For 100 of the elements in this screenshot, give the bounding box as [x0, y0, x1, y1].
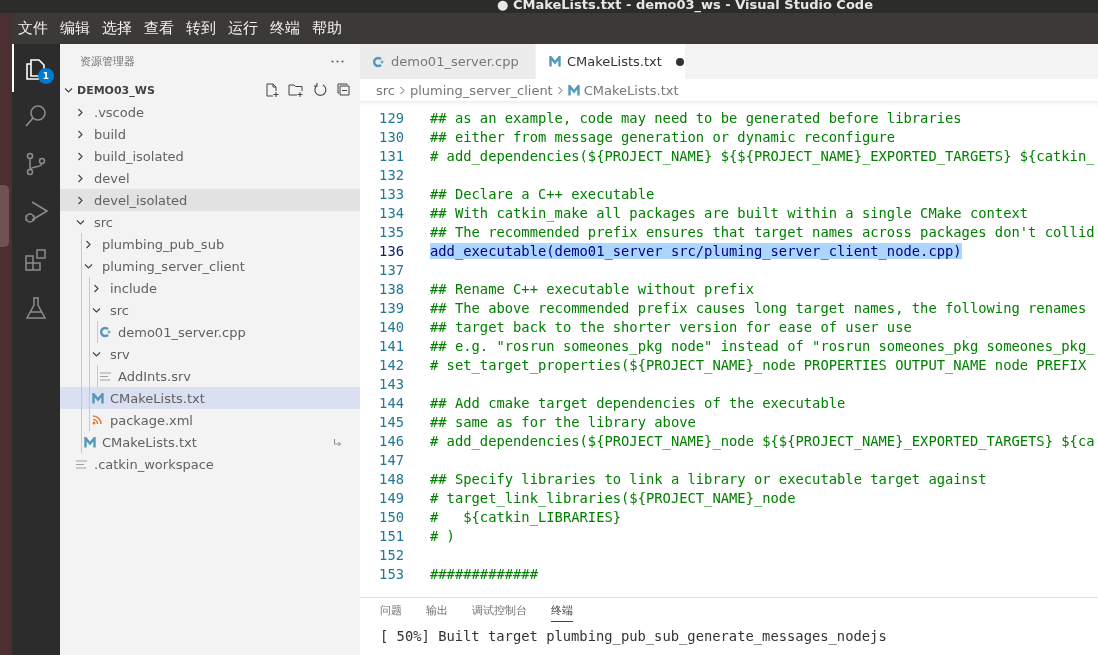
code-line: # add_dependencies(${PROJECT_NAME}_node ${${PROJECT_NAME}_EXPORTED_TARGETS} ${ca — [430, 432, 1095, 449]
menu-item[interactable]: 选择 — [96, 19, 138, 38]
line-number: 132 — [378, 166, 404, 183]
code-line: ## as an example, code may need to be generated before libraries — [430, 109, 962, 126]
folder-item[interactable]: devel — [60, 167, 360, 189]
folder-item[interactable]: plumbing_pub_sub — [60, 233, 360, 255]
code-line: ## With catkin_make all packages are built within a single CMake context — [430, 204, 1029, 221]
chevron-right-icon — [76, 107, 85, 117]
line-number: 141 — [378, 337, 404, 354]
line-number: 134 — [378, 204, 404, 221]
line-number: 129 — [378, 109, 404, 126]
menu-item[interactable]: 转到 — [180, 19, 222, 38]
m-icon — [567, 84, 580, 96]
lines-icon — [100, 371, 111, 381]
chevron-down-icon — [76, 217, 85, 227]
code-line: ## Declare a C++ executable — [430, 185, 655, 202]
file-item[interactable]: demo01_server.cpp — [60, 321, 360, 343]
folder-item[interactable]: build_isolated — [60, 145, 360, 167]
line-number: 146 — [378, 432, 404, 449]
line-number: 150 — [378, 508, 404, 525]
editor-tab[interactable]: CMakeLists.txt — [536, 44, 686, 79]
chevron-right-icon — [76, 195, 85, 205]
flask-icon — [23, 295, 49, 321]
chevron-right-icon — [92, 283, 101, 293]
code-line: # target_link_libraries(${PROJECT_NAME}_node — [430, 489, 796, 506]
new-folder-icon[interactable] — [288, 82, 304, 98]
panel-tab[interactable]: 输出 — [426, 600, 448, 621]
chevron-down-icon — [92, 349, 101, 359]
chevron-down-icon — [64, 85, 73, 95]
line-number: 149 — [378, 489, 404, 506]
breadcrumb[interactable]: CMakeLists.txt — [583, 82, 679, 98]
more-icon[interactable] — [331, 59, 344, 63]
code-line: ## Add cmake target dependencies of the executable — [430, 394, 846, 411]
folder-item[interactable]: .vscode — [60, 101, 360, 123]
line-number: 153 — [378, 565, 404, 582]
folder-item[interactable]: devel_isolated — [60, 189, 360, 211]
line-number: 144 — [378, 394, 404, 411]
folder-item[interactable]: pluming_server_client — [60, 255, 360, 277]
panel-tab[interactable]: 问题 — [380, 600, 402, 621]
menu-item[interactable]: 运行 — [222, 19, 264, 38]
activity-button[interactable]: 1 — [12, 44, 58, 92]
code-line: ## The recommended prefix ensures that target names across packages don't collid — [430, 223, 1095, 240]
panel-tab[interactable]: 调试控制台 — [472, 600, 527, 621]
line-number: 148 — [378, 470, 404, 487]
folder-item[interactable]: build — [60, 123, 360, 145]
folder-item[interactable]: srv — [60, 343, 360, 365]
breadcrumb[interactable]: pluming_server_client — [410, 82, 553, 98]
file-item[interactable]: .catkin_workspace — [60, 453, 360, 475]
folder-item[interactable]: src — [60, 299, 360, 321]
file-item[interactable]: AddInts.srv — [60, 365, 360, 387]
file-item[interactable]: CMakeLists.txt — [60, 431, 360, 453]
menu-item[interactable]: 文件 — [12, 19, 54, 38]
code-line: ## e.g. "rosrun someones_pkg node" instead of "rosrun someones_pkg someones_pkg_ — [430, 337, 1095, 354]
workspace-header[interactable]: DEMO03_WS — [60, 79, 360, 101]
folder-item[interactable]: src — [60, 211, 360, 233]
line-number: 131 — [378, 147, 404, 164]
m-icon — [549, 56, 561, 67]
line-number: 139 — [378, 299, 404, 316]
menu-item[interactable]: 帮助 — [306, 19, 348, 38]
search-icon — [23, 103, 49, 129]
c-plus-icon — [373, 55, 385, 68]
editor-tab[interactable]: demo01_server.cpp — [360, 44, 536, 79]
line-number: 135 — [378, 223, 404, 240]
menu-item[interactable]: 终端 — [264, 19, 306, 38]
unsaved-dot — [675, 57, 684, 66]
line-number: 138 — [378, 280, 404, 297]
line-number: 142 — [378, 356, 404, 373]
rss-icon — [92, 415, 102, 425]
menu-item[interactable]: 查看 — [138, 19, 180, 38]
line-number: 137 — [378, 261, 404, 278]
panel-tab[interactable]: 终端 — [551, 599, 573, 622]
new-file-icon[interactable] — [264, 82, 280, 98]
code-line: ## target back to the shorter version for ease of user use — [430, 318, 912, 335]
sidebar-title: 资源管理器 — [80, 53, 135, 69]
line-number: 140 — [378, 318, 404, 335]
line-number: 152 — [378, 546, 404, 563]
menu-item[interactable]: 编辑 — [54, 19, 96, 38]
chevron-right-icon — [84, 239, 93, 249]
folder-item[interactable]: include — [60, 277, 360, 299]
code-line: ## same as for the library above — [430, 413, 696, 430]
collapse-all-icon[interactable] — [336, 82, 352, 98]
chevron-right-icon — [76, 129, 85, 139]
extensions-icon — [23, 247, 49, 273]
window-title: ● CMakeLists.txt - demo03_ws - Visual Studio Code — [497, 0, 873, 13]
m-icon — [92, 392, 104, 404]
workspace-name: DEMO03_WS — [77, 83, 155, 97]
line-number: 130 — [378, 128, 404, 145]
code-line: ## The above recommended prefix causes long target names, the following renames — [430, 299, 1087, 316]
file-item[interactable]: package.xml — [60, 409, 360, 431]
code-line: # ) — [430, 527, 455, 544]
chevron-right-icon — [76, 173, 85, 183]
file-item[interactable]: CMakeLists.txt — [60, 387, 360, 409]
notification-badge: 1 — [38, 68, 54, 84]
code-line: # ${catkin_LIBRARIES} — [430, 508, 622, 525]
chevron-right-icon — [399, 85, 406, 95]
run-debug-icon — [23, 199, 49, 225]
breadcrumb[interactable]: src — [376, 82, 395, 98]
code-line: # set_target_properties(${PROJECT_NAME}_node PROPERTIES OUTPUT_NAME node PREFIX — [430, 356, 1087, 373]
m-icon — [84, 436, 96, 448]
refresh-icon[interactable] — [312, 82, 328, 98]
